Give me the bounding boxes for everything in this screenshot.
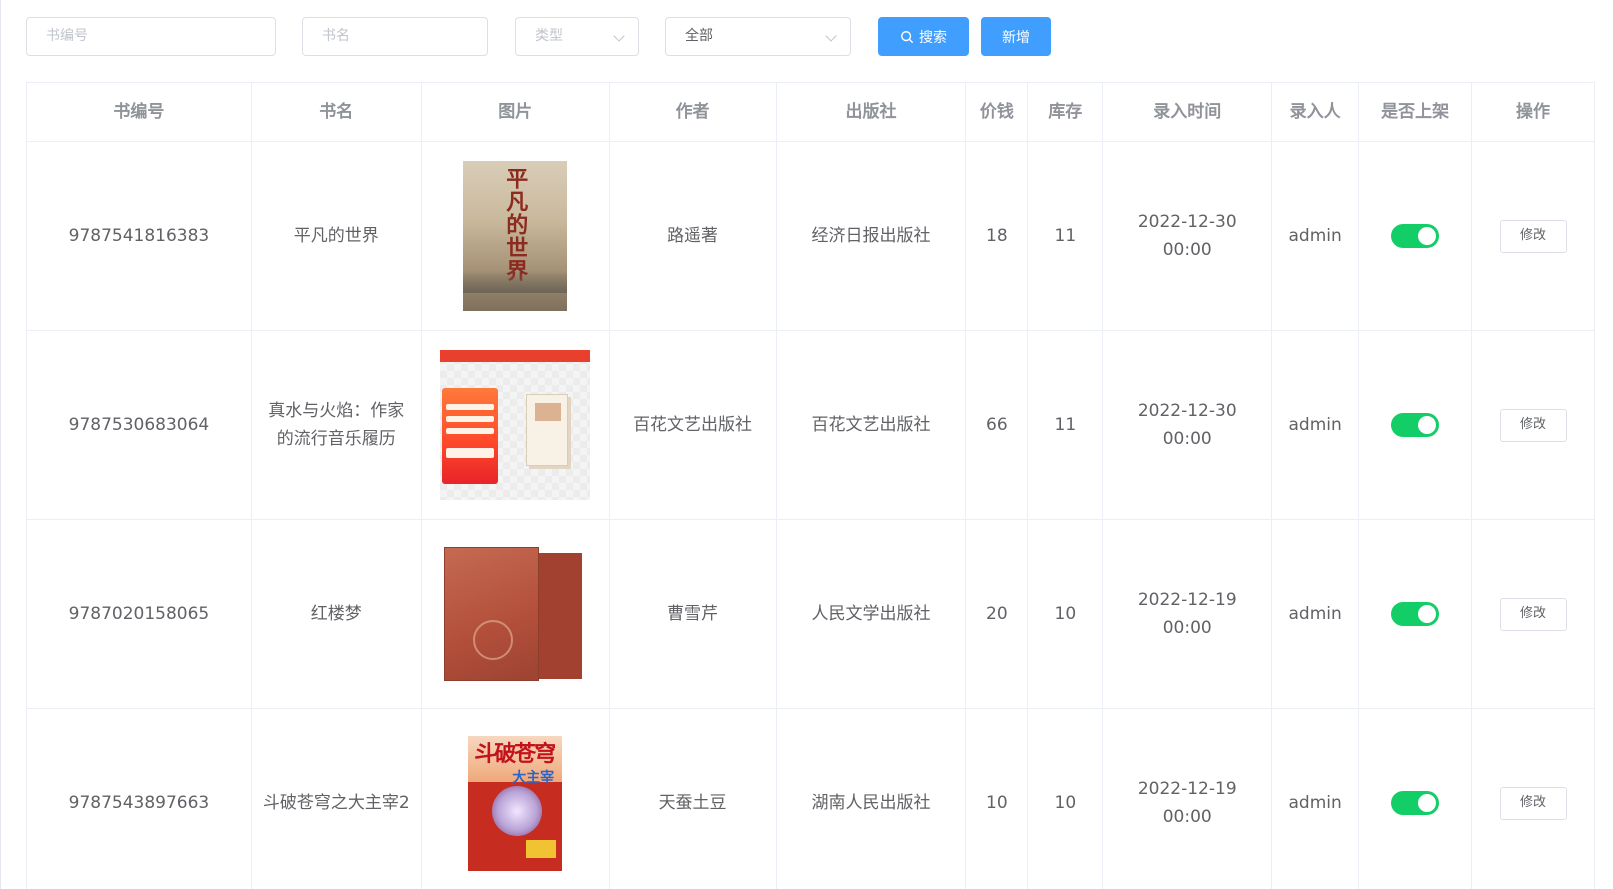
table-row: 9787530683064 真水与火焰：作家的流行音乐履历 百花文艺出版社 百花… [27, 331, 1595, 520]
cell-book-name: 真水与火焰：作家的流行音乐履历 [251, 331, 422, 520]
cell-book-name: 平凡的世界 [251, 142, 422, 331]
cell-actions: 修改 [1472, 331, 1595, 520]
header-book-name: 书名 [251, 83, 422, 142]
edit-button[interactable]: 修改 [1499, 597, 1567, 631]
header-on-shelf: 是否上架 [1359, 83, 1473, 142]
on-shelf-toggle[interactable] [1391, 791, 1440, 815]
cell-book-name: 红楼梦 [251, 520, 422, 709]
header-actions: 操作 [1472, 83, 1595, 142]
header-price: 价钱 [966, 83, 1029, 142]
header-publisher: 出版社 [776, 83, 967, 142]
cell-creator: admin [1272, 520, 1360, 709]
cell-on-shelf [1359, 520, 1473, 709]
cell-on-shelf [1359, 709, 1473, 889]
header-book-id: 书编号 [27, 83, 252, 142]
search-icon [901, 30, 913, 43]
edit-button[interactable]: 修改 [1499, 219, 1567, 253]
header-creator: 录入人 [1272, 83, 1360, 142]
promo-banner [442, 388, 499, 484]
cell-book-id: 9787541816383 [27, 142, 252, 331]
cell-stock: 10 [1028, 709, 1104, 889]
header-created: 录入时间 [1103, 83, 1273, 142]
cell-on-shelf [1359, 142, 1473, 331]
cell-author: 天蚕土豆 [610, 709, 777, 889]
edit-button[interactable]: 修改 [1499, 408, 1567, 442]
cell-book-id: 9787020158065 [27, 520, 252, 709]
toggle-knob [1418, 605, 1437, 623]
table-row: 9787541816383 平凡的世界 平凡的世界 路遥著 经济日报出版社 18… [27, 142, 1595, 331]
cell-creator: admin [1272, 142, 1360, 331]
cell-created: 2022-12-30 00:00 [1103, 331, 1273, 520]
search-button[interactable]: 搜索 [878, 17, 969, 56]
add-button[interactable]: 新增 [981, 17, 1051, 56]
cover-title: 平凡的世界 [502, 167, 529, 282]
book-box [526, 394, 569, 466]
book-name-placeholder: 书名 [322, 28, 350, 44]
status-select[interactable]: 全部 [665, 17, 851, 56]
search-button-label: 搜索 [919, 29, 947, 46]
cell-image: 斗破苍穹 大主宰 [422, 709, 610, 889]
on-shelf-toggle[interactable] [1391, 602, 1440, 626]
edit-button[interactable]: 修改 [1499, 786, 1567, 820]
cell-publisher: 人民文学出版社 [776, 520, 967, 709]
header-image: 图片 [421, 83, 610, 142]
cell-stock: 11 [1028, 142, 1104, 331]
table-row: 9787543897663 斗破苍穹之大主宰2 斗破苍穹 大主宰 天蚕土豆 湖南… [27, 709, 1595, 889]
book-id-placeholder: 书编号 [46, 28, 88, 44]
cell-book-name: 斗破苍穹之大主宰2 [252, 709, 422, 889]
cell-author: 百花文艺出版社 [609, 331, 777, 520]
book-cover-image [444, 545, 586, 683]
toggle-knob [1418, 227, 1437, 245]
books-table: 书编号 书名 图片 作者 出版社 价钱 库存 录入时间 录入人 是否上架 操作 … [26, 82, 1595, 889]
chevron-down-icon [613, 30, 625, 42]
cell-publisher: 湖南人民出版社 [777, 709, 967, 889]
cell-created: 2022-12-19 00:00 [1103, 709, 1273, 889]
type-select[interactable]: 类型 [515, 17, 639, 56]
table-header: 书编号 书名 图片 作者 出版社 价钱 库存 录入时间 录入人 是否上架 操作 [27, 83, 1595, 142]
cell-price: 20 [966, 520, 1029, 709]
cell-image [421, 520, 610, 709]
book-cover-image: 斗破苍穹 大主宰 [468, 735, 563, 871]
status-select-value: 全部 [685, 28, 713, 44]
cell-image [421, 331, 610, 520]
book-name-input[interactable]: 书名 [302, 17, 488, 56]
cell-created: 2022-12-30 00:00 [1103, 142, 1273, 331]
cell-price: 66 [966, 331, 1029, 520]
book-cover-image [440, 350, 591, 500]
on-shelf-toggle[interactable] [1391, 224, 1440, 248]
cell-author: 路遥著 [609, 142, 777, 331]
cell-actions: 修改 [1472, 142, 1595, 331]
cell-stock: 11 [1028, 331, 1104, 520]
cell-price: 10 [966, 709, 1029, 889]
cell-book-id: 9787530683064 [27, 331, 252, 520]
cell-stock: 10 [1028, 520, 1104, 709]
cell-on-shelf [1359, 331, 1473, 520]
header-author: 作者 [609, 83, 777, 142]
type-select-placeholder: 类型 [535, 28, 563, 44]
toggle-knob [1418, 794, 1437, 812]
table-row: 9787020158065 红楼梦 曹雪芹 人民文学出版社 20 10 2022… [27, 520, 1595, 709]
cell-publisher: 经济日报出版社 [776, 142, 967, 331]
add-button-label: 新增 [1002, 29, 1030, 46]
cell-actions: 修改 [1472, 520, 1595, 709]
chevron-down-icon [825, 30, 837, 42]
book-cover-image: 平凡的世界 [463, 161, 568, 311]
cell-creator: admin [1272, 709, 1360, 889]
cell-publisher: 百花文艺出版社 [776, 331, 967, 520]
toggle-knob [1418, 416, 1437, 434]
header-stock: 库存 [1028, 83, 1104, 142]
cell-image: 平凡的世界 [421, 142, 610, 331]
cell-created: 2022-12-19 00:00 [1103, 520, 1273, 709]
book-front [444, 547, 540, 681]
cell-price: 18 [966, 142, 1029, 331]
cell-creator: admin [1272, 331, 1360, 520]
cell-book-id: 9787543897663 [27, 709, 252, 889]
book-id-input[interactable]: 书编号 [26, 17, 276, 56]
cell-author: 曹雪芹 [609, 520, 777, 709]
book-management-page: 书编号 书名 类型 全部 搜索 新增 书编号 书名 图片 作者 出版社 价钱 库… [0, 0, 1613, 889]
cell-actions: 修改 [1472, 709, 1595, 889]
on-shelf-toggle[interactable] [1391, 413, 1440, 437]
